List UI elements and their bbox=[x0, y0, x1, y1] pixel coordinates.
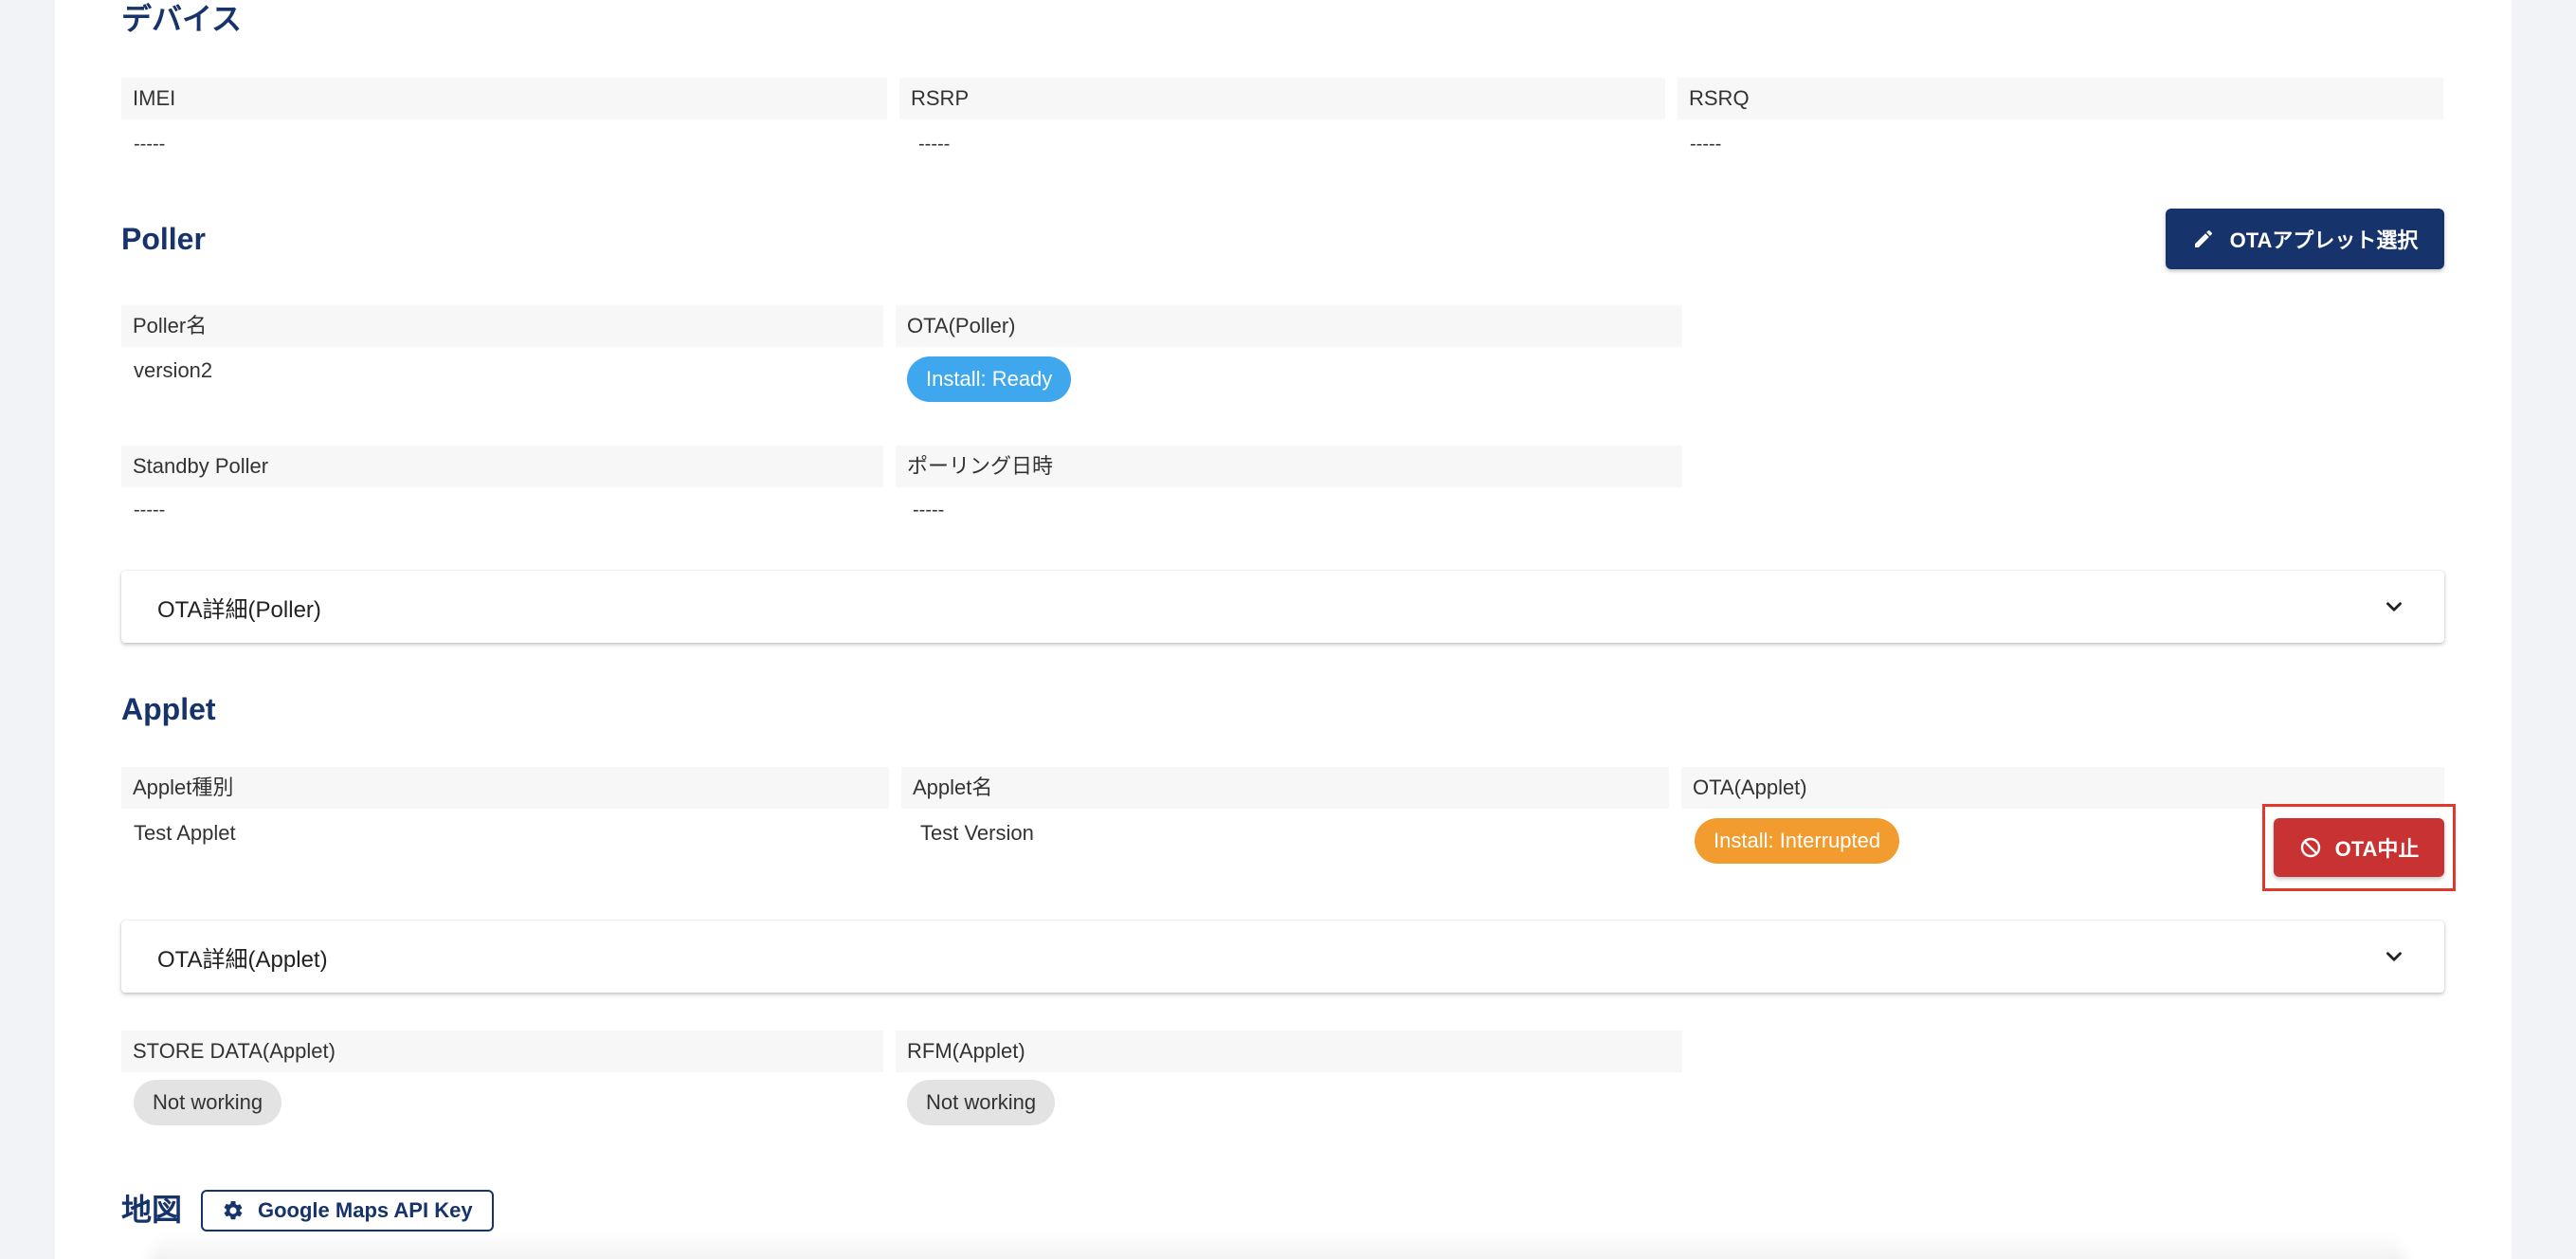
polling-datetime-value: ----- bbox=[913, 500, 945, 520]
rfm-label: RFM(Applet) bbox=[896, 1031, 1682, 1072]
chevron-down-icon bbox=[2382, 594, 2406, 619]
polling-datetime-label: ポーリング日時 bbox=[896, 446, 1682, 487]
rsrq-value: ----- bbox=[1690, 134, 1722, 155]
ota-stop-button[interactable]: OTA中止 bbox=[2274, 818, 2444, 877]
rsrp-value: ----- bbox=[918, 134, 951, 155]
ota-stop-label: OTA中止 bbox=[2334, 837, 2420, 861]
applet-type-value: Test Applet bbox=[134, 821, 236, 845]
google-maps-api-key-label: Google Maps API Key bbox=[258, 1198, 473, 1222]
ota-applet-status-badge: Install: Interrupted bbox=[1695, 818, 1900, 864]
imei-value: ----- bbox=[134, 134, 166, 155]
pencil-icon bbox=[2192, 228, 2215, 250]
store-data-status-badge: Not working bbox=[134, 1080, 282, 1125]
ota-applet-label: OTA(Applet) bbox=[1681, 767, 2444, 809]
ota-poller-status-badge: Install: Ready bbox=[907, 356, 1072, 402]
standby-poller-label: Standby Poller bbox=[121, 446, 883, 487]
ota-poller-status-wrap: Install: Ready bbox=[907, 356, 1072, 402]
applet-type-label: Applet種別 bbox=[121, 767, 889, 809]
poller-name-label: Poller名 bbox=[121, 305, 883, 347]
ota-applet-status-wrap: Install: Interrupted bbox=[1695, 818, 1900, 864]
map-container-edge bbox=[150, 1232, 2405, 1259]
chevron-down-icon bbox=[2382, 944, 2406, 969]
applet-section-title: Applet bbox=[121, 692, 216, 726]
poller-section-title: Poller bbox=[121, 222, 206, 256]
ota-applet-select-label: OTAアプレット選択 bbox=[2229, 228, 2419, 252]
ota-poller-label: OTA(Poller) bbox=[896, 305, 1682, 347]
ota-detail-applet-accordion[interactable]: OTA詳細(Applet) bbox=[121, 921, 2444, 993]
applet-name-value: Test Version bbox=[920, 821, 1034, 845]
rfm-status-wrap: Not working bbox=[907, 1080, 1056, 1125]
rsrp-label: RSRP bbox=[899, 78, 1665, 119]
imei-label: IMEI bbox=[121, 78, 887, 119]
ota-detail-poller-accordion[interactable]: OTA詳細(Poller) bbox=[121, 571, 2444, 643]
applet-name-label: Applet名 bbox=[901, 767, 1669, 809]
device-section-title: デバイス bbox=[121, 2, 243, 36]
rfm-status-badge: Not working bbox=[907, 1080, 1056, 1125]
store-data-label: STORE DATA(Applet) bbox=[121, 1031, 883, 1072]
ota-detail-poller-label: OTA詳細(Poller) bbox=[157, 596, 321, 623]
store-data-status-wrap: Not working bbox=[134, 1080, 282, 1125]
block-icon bbox=[2299, 836, 2322, 859]
poller-name-value: version2 bbox=[134, 358, 213, 382]
rsrq-label: RSRQ bbox=[1678, 78, 2443, 119]
ota-detail-applet-label: OTA詳細(Applet) bbox=[157, 946, 328, 973]
map-section-title: 地図 bbox=[121, 1193, 183, 1227]
gear-icon bbox=[222, 1199, 245, 1222]
content-card: デバイス IMEI ----- RSRP ----- RSRQ ----- Po… bbox=[55, 0, 2512, 1259]
standby-poller-value: ----- bbox=[134, 500, 166, 520]
google-maps-api-key-button[interactable]: Google Maps API Key bbox=[201, 1190, 494, 1232]
ota-applet-select-button[interactable]: OTAアプレット選択 bbox=[2166, 209, 2444, 269]
